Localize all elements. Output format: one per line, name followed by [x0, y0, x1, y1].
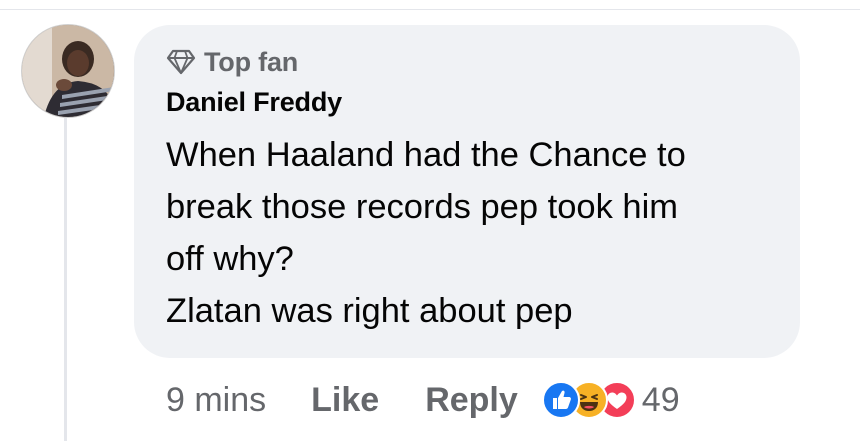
- top-fan-badge[interactable]: Top fan: [166, 45, 298, 79]
- comment-line: off why?: [166, 240, 294, 278]
- diamond-icon: [166, 49, 196, 75]
- author-name[interactable]: Daniel Freddy: [166, 87, 342, 118]
- avatar[interactable]: [21, 24, 115, 118]
- reaction-count: 49: [641, 381, 680, 419]
- comment-line: break those records pep took him: [166, 188, 679, 226]
- like-reaction-icon: [541, 381, 580, 419]
- avatar-photo: [22, 25, 114, 117]
- comment-line: Zlatan was right about pep: [166, 292, 573, 330]
- comment-line: When Haaland had the Chance to: [166, 136, 686, 174]
- top-divider: [0, 9, 860, 10]
- like-button[interactable]: Like: [311, 381, 379, 420]
- timestamp[interactable]: 9 mins: [166, 381, 266, 420]
- comment-actions: 9 mins Like Reply 49: [166, 377, 680, 423]
- badge-label: Top fan: [204, 46, 299, 77]
- comment-text: When Haaland had the Chance to break tho…: [166, 129, 786, 337]
- reply-thread-line: [64, 118, 67, 441]
- reply-button[interactable]: Reply: [425, 381, 518, 420]
- reactions-summary[interactable]: 49: [541, 378, 680, 422]
- comment-screen: Top fan Daniel Freddy When Haaland had t…: [0, 0, 860, 441]
